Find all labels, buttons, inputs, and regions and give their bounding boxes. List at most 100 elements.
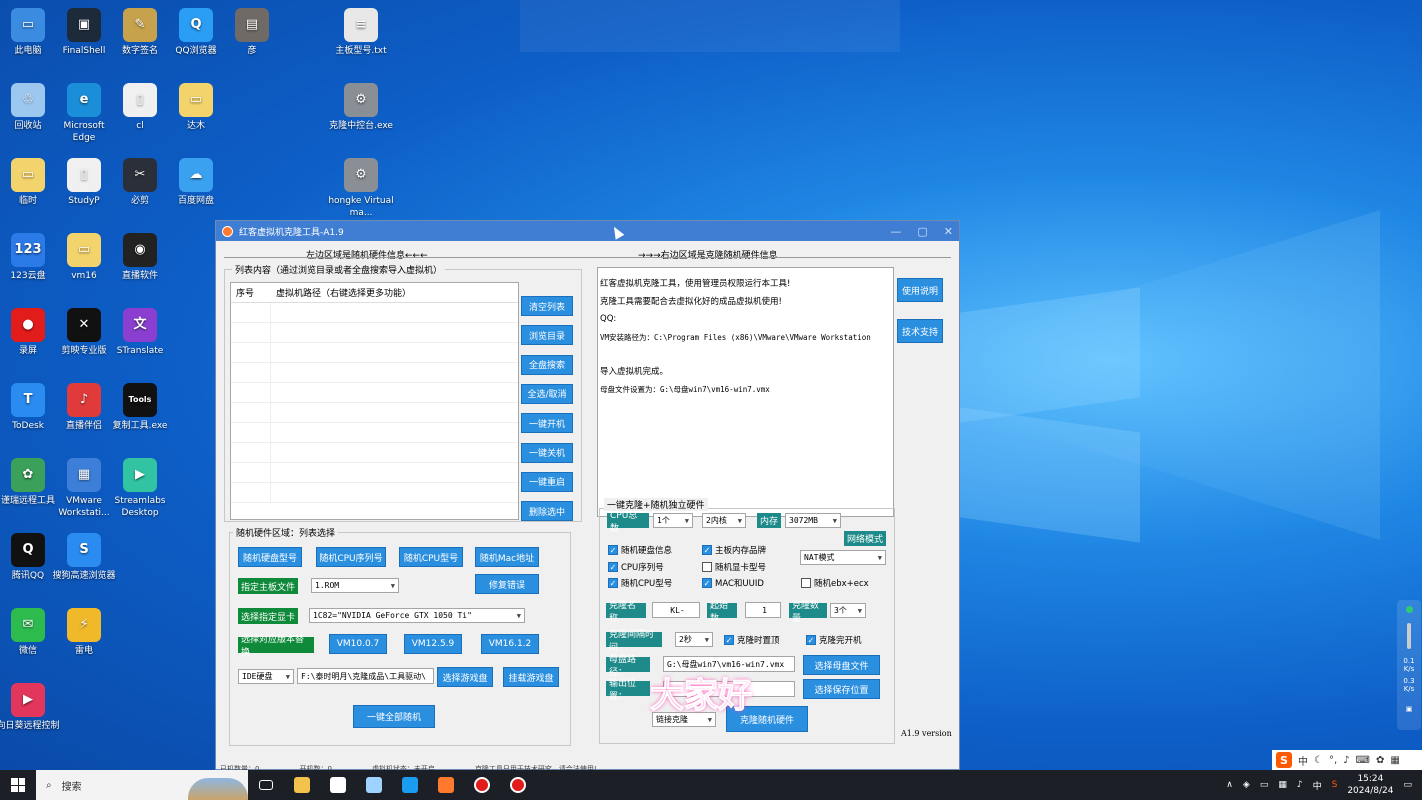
table-row[interactable] [231,343,518,363]
cpu-count-select[interactable]: 1个 ▼ [653,513,693,528]
table-row[interactable] [231,443,518,463]
auto-start-checkbox[interactable]: ✓ 克隆完开机 [806,634,862,646]
start-number-input[interactable]: 1 [745,602,781,618]
random-gpu-checkbox[interactable]: 随机显卡型号 [702,561,766,573]
col-path[interactable]: 虚拟机路径（右键选择更多功能） [271,286,411,299]
clone-tool-icon[interactable] [428,770,464,800]
mic-icon[interactable]: ♪ [1343,755,1349,766]
memory-select[interactable]: 3072MB ▼ [785,513,841,528]
recorder2-icon[interactable] [500,770,536,800]
browse-dir-button[interactable]: 浏览目录 [521,325,573,346]
table-row[interactable] [231,483,518,503]
support-button[interactable]: 技术支持 [897,319,943,343]
random-disk-info-checkbox[interactable]: ✓ 随机硬盘信息 [608,544,672,556]
motherboard-file-select[interactable]: 1.ROM ▼ [311,578,399,593]
disk-type-select[interactable]: IDE硬盘 ▼ [238,669,294,684]
mb-memory-brand-checkbox[interactable]: ✓ 主板内存品牌 [702,544,766,556]
table-row[interactable] [231,383,518,403]
cpu-serial-checkbox[interactable]: ✓ CPU序列号 [608,561,664,573]
mac-uuid-checkbox[interactable]: ✓ MAC和UUID [702,577,764,589]
edge-icon[interactable] [392,770,428,800]
random-mac-button[interactable]: 随机Mac地址 [475,547,539,567]
title-bar[interactable]: 红客虚拟机克隆工具-A1.9 — ▢ ✕ [216,221,959,241]
delete-selected-button[interactable]: 删除选中 [521,501,573,522]
pin-top-checkbox[interactable]: ✓ 克隆时置顶 [724,634,780,646]
ime-language[interactable]: 中 [1298,753,1308,768]
moon-icon[interactable]: ☾ [1314,755,1323,766]
random-disk-model-button[interactable]: 随机硬盘型号 [238,547,302,567]
select-all-button[interactable]: 全选/取消 [521,383,573,404]
task-view-icon[interactable] [248,770,284,800]
desktop-icon[interactable]: 文 STranslate [107,308,173,357]
ime-toolbar[interactable]: S 中 ☾ °, ♪ ⌨ ✿ ▦ [1272,750,1422,770]
help-button[interactable]: 使用说明 [897,278,943,302]
clock[interactable]: 15:24 2024/8/24 [1347,773,1393,797]
table-row[interactable] [231,423,518,443]
table-row[interactable] [231,463,518,483]
vm12-button[interactable]: VM12.5.9 [404,634,462,654]
desktop-icon[interactable]: ▶ Streamlabs Desktop [107,458,173,519]
vm16-button[interactable]: VM16.1.2 [481,634,539,654]
desktop-icon[interactable]: S 搜狗高速浏览器 [51,533,117,582]
chevron-up-icon[interactable]: ∧ [1226,780,1233,790]
select-game-disk-button[interactable]: 选择游戏盘 [437,667,493,687]
table-row[interactable] [231,363,518,383]
taskbar-search[interactable]: ⌕ 搜索 [36,770,248,800]
disk-path-input[interactable]: F:\泰时明月\克隆成品\工具驱动\ [297,668,434,684]
one-key-random-button[interactable]: 一键全部随机 [353,705,435,728]
tray-language[interactable]: 中 [1313,779,1322,792]
choose-output-button[interactable]: 选择保存位置 [803,679,880,699]
random-cpu-model-checkbox[interactable]: ✓ 随机CPU型号 [608,577,672,589]
punctuation-icon[interactable]: °, [1329,755,1337,766]
full-search-button[interactable]: 全盘搜索 [521,354,573,375]
table-row[interactable] [231,303,518,323]
grid-icon[interactable]: ▦ [1390,755,1399,766]
desktop-icon[interactable]: ⚙ hongke Virtual ma... [328,158,394,219]
minimize-icon[interactable]: — [890,225,901,238]
table-row[interactable] [231,403,518,423]
start-button[interactable] [0,778,36,792]
clone-count-select[interactable]: 3个 ▼ [830,603,866,618]
desktop-icon[interactable]: ▭ 达木 [163,83,229,132]
vm10-button[interactable]: VM10.0.7 [329,634,387,654]
random-ebx-ecx-checkbox[interactable]: 随机ebx+ecx [801,577,869,589]
notepad-icon[interactable] [356,770,392,800]
desktop-icon[interactable]: ☁ 百度网盘 [163,158,229,207]
desktop-icon[interactable]: ▶ 向日葵远程控制 [0,683,61,732]
gpu-select[interactable]: 1C82="NVIDIA GeForce GTX 1050 Ti" ▼ [309,608,525,623]
volume-icon[interactable]: ♪ [1297,780,1303,790]
desktop-icon[interactable]: ⚡ 雷电 [51,608,117,657]
network-speed-widget[interactable]: 0.1 K/s 0.3 K/s ▣ [1397,600,1421,730]
desktop-icon[interactable]: ◉ 直播软件 [107,233,173,282]
clone-interval-select[interactable]: 2秒 ▼ [675,632,713,647]
skin-icon[interactable]: ✿ [1376,755,1384,766]
desktop-icon[interactable]: ⚙ 克隆中控台.exe [328,83,394,132]
mount-game-disk-button[interactable]: 挂载游戏盘 [503,667,559,687]
close-icon[interactable]: ✕ [944,225,953,238]
desktop-icon[interactable]: ≡ 主板型号.txt [328,8,394,57]
clone-name-input[interactable]: KL- [652,602,700,618]
log-output[interactable]: 红客虚拟机克隆工具，使用管理员权限运行本工具! 克隆工具需要配合去虚拟化好的成品虚… [597,267,894,517]
recorder-icon[interactable] [464,770,500,800]
choose-master-button[interactable]: 选择母盘文件 [803,655,880,675]
power-on-button[interactable]: 一键开机 [521,413,573,434]
sogou-tray-icon[interactable]: S [1332,780,1338,790]
col-index[interactable]: 序号 [231,286,271,299]
keyboard-icon[interactable]: ⌨ [1356,755,1370,766]
random-cpu-serial-button[interactable]: 随机CPU序列号 [316,547,386,567]
desktop-icon[interactable]: ▤ 彦 [219,8,285,57]
maximize-icon[interactable]: ▢ [917,225,927,238]
restart-button[interactable]: 一键重启 [521,471,573,492]
cpu-cores-select[interactable]: 2内核 ▼ [702,513,746,528]
battery-icon[interactable]: ▭ [1260,780,1269,790]
capcut-icon[interactable] [320,770,356,800]
vm-list[interactable]: 序号 虚拟机路径（右键选择更多功能） [230,282,519,520]
power-off-button[interactable]: 一键关机 [521,442,573,463]
clear-list-button[interactable]: 清空列表 [521,296,573,316]
file-explorer-icon[interactable] [284,770,320,800]
shield-icon[interactable]: ◈ [1243,780,1250,790]
random-cpu-model-button[interactable]: 随机CPU型号 [399,547,463,567]
network-icon[interactable]: ▦ [1278,780,1287,790]
network-mode-select[interactable]: NAT模式 ▼ [800,550,886,565]
notification-icon[interactable]: ▭ [1403,780,1412,790]
